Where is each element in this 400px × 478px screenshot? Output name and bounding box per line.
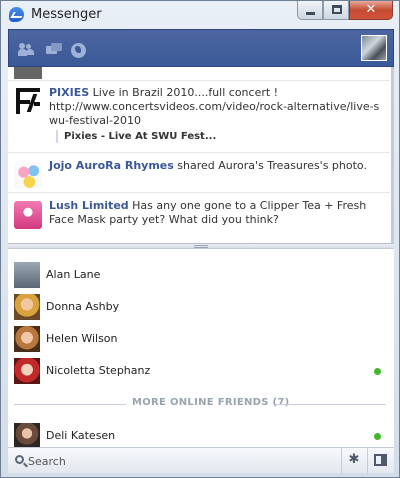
gear-icon: ✱: [348, 452, 360, 467]
friend-name: Nicoletta Stephanz: [46, 364, 151, 377]
avatar: [14, 423, 40, 447]
bottom-bar: ✱: [8, 447, 394, 474]
profile-avatar[interactable]: [361, 35, 387, 61]
globe-icon[interactable]: [71, 43, 86, 58]
avatar: [14, 326, 40, 352]
maximize-icon: [332, 5, 342, 14]
feed-scrollbar[interactable]: [391, 67, 394, 243]
window-title: Messenger: [31, 7, 102, 22]
story-thumbnail: [14, 161, 42, 189]
story-thumbnail: [14, 201, 42, 229]
story-link[interactable]: http://www.concertsvideos.com/video/rock…: [49, 100, 379, 127]
friend-item[interactable]: Donna Ashby: [8, 291, 394, 323]
sidebar-icon: [374, 454, 387, 466]
story-thumbnail: [14, 67, 42, 79]
minimize-icon: [306, 12, 315, 15]
messenger-window: Messenger ✕ PIXIES Live in Brazil 2010..…: [0, 0, 400, 478]
options-button[interactable]: ✱: [342, 448, 366, 474]
story-text: PIXIES Live in Brazil 2010....full conce…: [49, 86, 380, 127]
pixies-thumbnail: [14, 86, 42, 118]
story-actor[interactable]: PIXIES: [49, 86, 89, 99]
feed-item[interactable]: Lush Limited Has any one gone to a Clipp…: [8, 193, 390, 243]
friend-name: Alan Lane: [46, 268, 101, 281]
friend-name: Deli Katesen: [46, 429, 116, 442]
avatar: [14, 358, 40, 384]
friend-item[interactable]: Nicoletta Stephanz: [8, 355, 394, 387]
window-controls: ✕: [297, 1, 393, 20]
more-online-friends-header: MORE ONLINE FRIENDS (7): [132, 397, 290, 408]
close-button[interactable]: ✕: [349, 1, 393, 20]
story-actor[interactable]: Lush Limited: [49, 199, 129, 212]
story-actor[interactable]: Jojo AuroRa Rhymes: [49, 159, 174, 172]
friends-icon[interactable]: [18, 43, 34, 57]
maximize-button[interactable]: [323, 1, 349, 20]
section-rule: [276, 404, 386, 405]
story-text: Lush Limited Has any one gone to a Clipp…: [49, 199, 367, 226]
friend-name: Donna Ashby: [46, 300, 120, 313]
section-rule: [14, 404, 126, 405]
friend-name: Helen Wilson: [46, 332, 118, 345]
search-input[interactable]: [28, 452, 328, 470]
sidebar-toggle-button[interactable]: [368, 448, 394, 474]
messages-icon[interactable]: [46, 43, 62, 57]
story-attachment[interactable]: Pixies - Live At SWU Fest...: [56, 130, 380, 143]
friend-item[interactable]: Helen Wilson: [8, 323, 394, 355]
online-status-icon: [374, 433, 381, 440]
story-text: Jojo AuroRa Rhymes shared Aurora's Treas…: [49, 159, 367, 172]
resize-grip-icon[interactable]: [194, 245, 208, 248]
minimize-button[interactable]: [297, 1, 323, 20]
avatar: [14, 262, 40, 288]
feed-item[interactable]: Jojo AuroRa Rhymes shared Aurora's Treas…: [8, 153, 390, 193]
chat-friends-list: Alan Lane Donna Ashby Helen Wilson Nicol…: [8, 249, 394, 447]
messenger-icon: [9, 7, 24, 22]
messenger-header: [8, 29, 394, 67]
title-bar[interactable]: Messenger ✕: [1, 1, 399, 29]
feed-item[interactable]: [8, 67, 390, 81]
online-status-icon: [374, 368, 381, 375]
friend-item[interactable]: Alan Lane: [8, 259, 394, 291]
news-ticker[interactable]: PIXIES Live in Brazil 2010....full conce…: [8, 67, 394, 243]
search-icon: [15, 455, 24, 464]
avatar: [14, 294, 40, 320]
feed-item[interactable]: PIXIES Live in Brazil 2010....full conce…: [8, 81, 390, 153]
friend-item[interactable]: Deli Katesen: [8, 420, 394, 447]
close-icon: ✕: [365, 2, 377, 17]
